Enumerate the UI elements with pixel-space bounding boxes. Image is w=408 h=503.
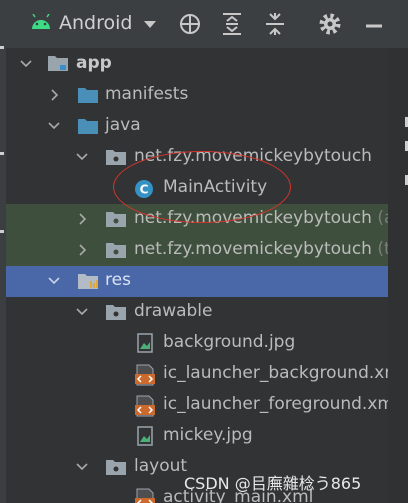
tool-strip-mark bbox=[0, 230, 4, 233]
xml-file-icon bbox=[134, 364, 156, 390]
package-icon bbox=[105, 458, 127, 480]
chevron-down-icon[interactable] bbox=[75, 149, 89, 169]
folder-icon bbox=[77, 86, 99, 108]
gear-icon[interactable] bbox=[318, 12, 342, 40]
svg-text:C: C bbox=[140, 183, 149, 197]
tree-row-manifests[interactable]: manifests bbox=[6, 80, 388, 111]
tree-row-main-activity[interactable]: C MainActivity bbox=[6, 173, 388, 204]
tree-label: ic_launcher_background.xml bbox=[163, 363, 388, 383]
project-tree: app manifests java net.fzy.movemickeybyt bbox=[6, 49, 388, 503]
resource-folder-icon bbox=[77, 272, 99, 294]
tree-label: manifests bbox=[105, 84, 189, 104]
locate-file-icon[interactable] bbox=[178, 12, 202, 40]
chevron-down-icon[interactable] bbox=[47, 273, 61, 293]
module-folder-icon bbox=[47, 54, 69, 76]
package-icon bbox=[105, 303, 127, 325]
source-folder-icon bbox=[77, 117, 99, 139]
xml-file-icon bbox=[134, 488, 156, 503]
tool-strip-mark bbox=[0, 46, 4, 49]
collapse-all-icon[interactable] bbox=[263, 12, 287, 40]
tree-label: ic_launcher_foreground.xml bbox=[163, 394, 388, 414]
expand-all-icon[interactable] bbox=[220, 12, 244, 40]
chevron-down-icon[interactable] bbox=[75, 459, 89, 479]
tree-row-ic-launcher-foreground[interactable]: ic_launcher_foreground.xml bbox=[6, 390, 388, 421]
chevron-down-icon[interactable] bbox=[75, 304, 89, 324]
tree-row-background[interactable]: background.jpg bbox=[6, 328, 388, 359]
tree-label: java bbox=[105, 115, 141, 135]
tree-row-java[interactable]: java bbox=[6, 111, 388, 142]
tree-row-app[interactable]: app bbox=[6, 49, 388, 80]
image-file-icon bbox=[137, 426, 153, 450]
tree-label: mickey.jpg bbox=[163, 425, 253, 445]
java-class-icon: C bbox=[134, 179, 154, 203]
tool-strip-mark bbox=[0, 152, 4, 155]
tree-label: net.fzy.movemickeybytouch bbox=[134, 146, 372, 166]
package-icon bbox=[105, 210, 127, 232]
chevron-right-icon[interactable] bbox=[47, 87, 61, 107]
hide-panel-icon[interactable] bbox=[364, 12, 384, 40]
chevron-down-icon[interactable] bbox=[19, 56, 33, 76]
tree-row-res[interactable]: res bbox=[6, 266, 388, 297]
package-icon bbox=[105, 148, 127, 170]
tree-label: net.fzy.movemickeybytouch (tes bbox=[134, 239, 388, 259]
tree-row-mickey[interactable]: mickey.jpg bbox=[6, 421, 388, 452]
tree-label: background.jpg bbox=[163, 332, 296, 352]
image-file-icon bbox=[137, 333, 153, 357]
tree-row-ic-launcher-background[interactable]: ic_launcher_background.xml bbox=[6, 359, 388, 390]
dropdown-arrow-icon[interactable] bbox=[142, 12, 158, 40]
tree-label: drawable bbox=[134, 301, 213, 321]
project-view-selector[interactable]: Android bbox=[59, 12, 132, 34]
tree-label: net.fzy.movemickeybytouch (and bbox=[134, 208, 388, 228]
tree-row-main-package[interactable]: net.fzy.movemickeybytouch bbox=[6, 142, 388, 173]
android-icon bbox=[30, 13, 52, 34]
tree-row-drawable[interactable]: drawable bbox=[6, 297, 388, 328]
tree-label: app bbox=[76, 53, 112, 73]
tree-label: MainActivity bbox=[163, 177, 268, 197]
csdn-watermark: CSDN @㠯廡雜棯う865 bbox=[184, 474, 362, 493]
project-toolbar: Android bbox=[6, 0, 408, 49]
right-scroll-strip[interactable] bbox=[388, 49, 408, 503]
tree-label: layout bbox=[134, 456, 188, 476]
tree-row-android-test-package[interactable]: net.fzy.movemickeybytouch (and bbox=[6, 204, 388, 235]
tree-label: res bbox=[105, 270, 131, 290]
chevron-right-icon[interactable] bbox=[75, 211, 89, 231]
chevron-right-icon[interactable] bbox=[75, 242, 89, 262]
chevron-down-icon[interactable] bbox=[47, 118, 61, 138]
xml-file-icon bbox=[134, 395, 156, 421]
tree-row-test-package[interactable]: net.fzy.movemickeybytouch (tes bbox=[6, 235, 388, 266]
package-icon bbox=[105, 241, 127, 263]
